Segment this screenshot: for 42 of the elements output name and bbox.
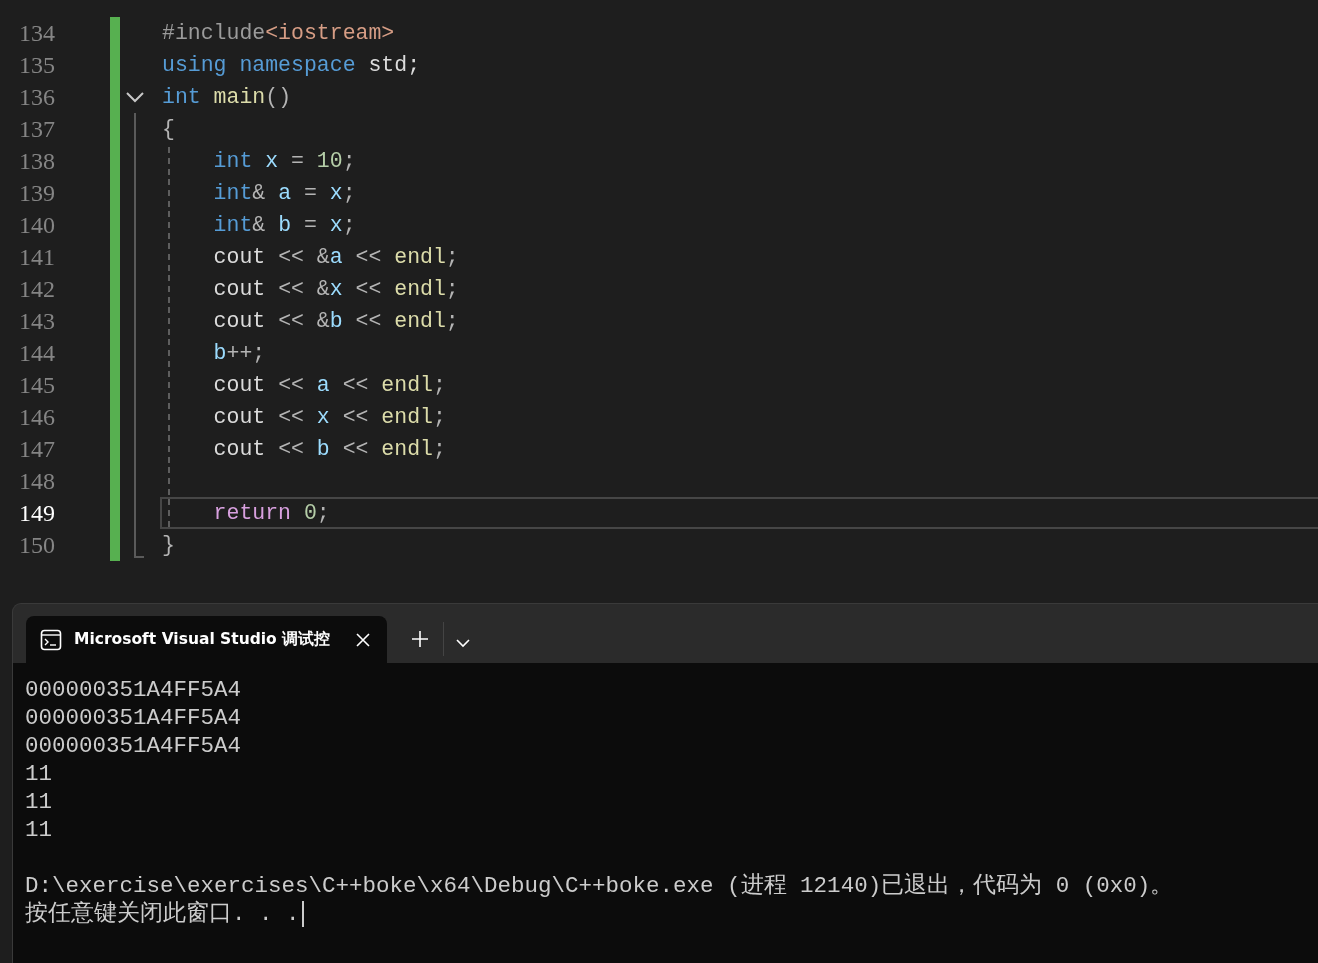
line-number: 145	[18, 371, 56, 400]
code-line: int& b = x;	[212, 212, 356, 239]
line-number: 137	[18, 115, 56, 144]
line-number: 135	[18, 51, 56, 80]
line-number: 139	[18, 179, 56, 208]
output-line: 000000351A4FF5A4	[25, 676, 242, 704]
line-number: 142	[18, 275, 56, 304]
line-number: 148	[18, 467, 56, 496]
code-line: cout << &a << endl;	[212, 244, 459, 271]
code-line: cout << &x << endl;	[212, 276, 459, 303]
code-line: #include<iostream>	[162, 20, 395, 47]
code-line: cout << &b << endl;	[212, 308, 459, 335]
code-line: using namespace std;	[162, 52, 421, 79]
line-number: 136	[18, 83, 56, 112]
line-number: 150	[18, 531, 56, 560]
line-number: 146	[18, 403, 56, 432]
output-line: 11	[25, 816, 52, 844]
line-number: 144	[18, 339, 56, 368]
code-line: {	[162, 116, 175, 143]
line-number: 147	[18, 435, 56, 464]
output-line: 11	[25, 788, 52, 816]
output-line: 11	[25, 760, 52, 788]
code-line: cout << b << endl;	[212, 436, 446, 463]
line-number: 143	[18, 307, 56, 336]
code-line: return 0;	[212, 500, 330, 527]
line-number: 141	[18, 243, 56, 272]
output-line: 000000351A4FF5A4	[25, 704, 242, 732]
output-line: 000000351A4FF5A4	[25, 732, 242, 760]
code-line: int main()	[162, 84, 292, 111]
line-number: 140	[18, 211, 56, 240]
code-line: int& a = x;	[212, 180, 356, 207]
terminal-tab[interactable]: Microsoft Visual Studio 调试控	[26, 616, 387, 663]
prompt-text: 按任意键关闭此窗口. . .	[25, 900, 300, 928]
code-line: cout << a << endl;	[212, 372, 446, 399]
code-line: cout << x << endl;	[212, 404, 446, 431]
line-number: 138	[18, 147, 56, 176]
code-line: b++;	[212, 340, 266, 367]
exit-message: D:\exercise\exercises\C++boke\x64\Debug\C++boke.exe (进程 12140)已退出，代码为 0 (0x0)。	[25, 872, 1174, 900]
code-line: }	[162, 532, 175, 559]
line-number: 134	[18, 19, 56, 48]
line-number: 149	[18, 499, 56, 528]
code-line: int x = 10;	[212, 148, 356, 175]
